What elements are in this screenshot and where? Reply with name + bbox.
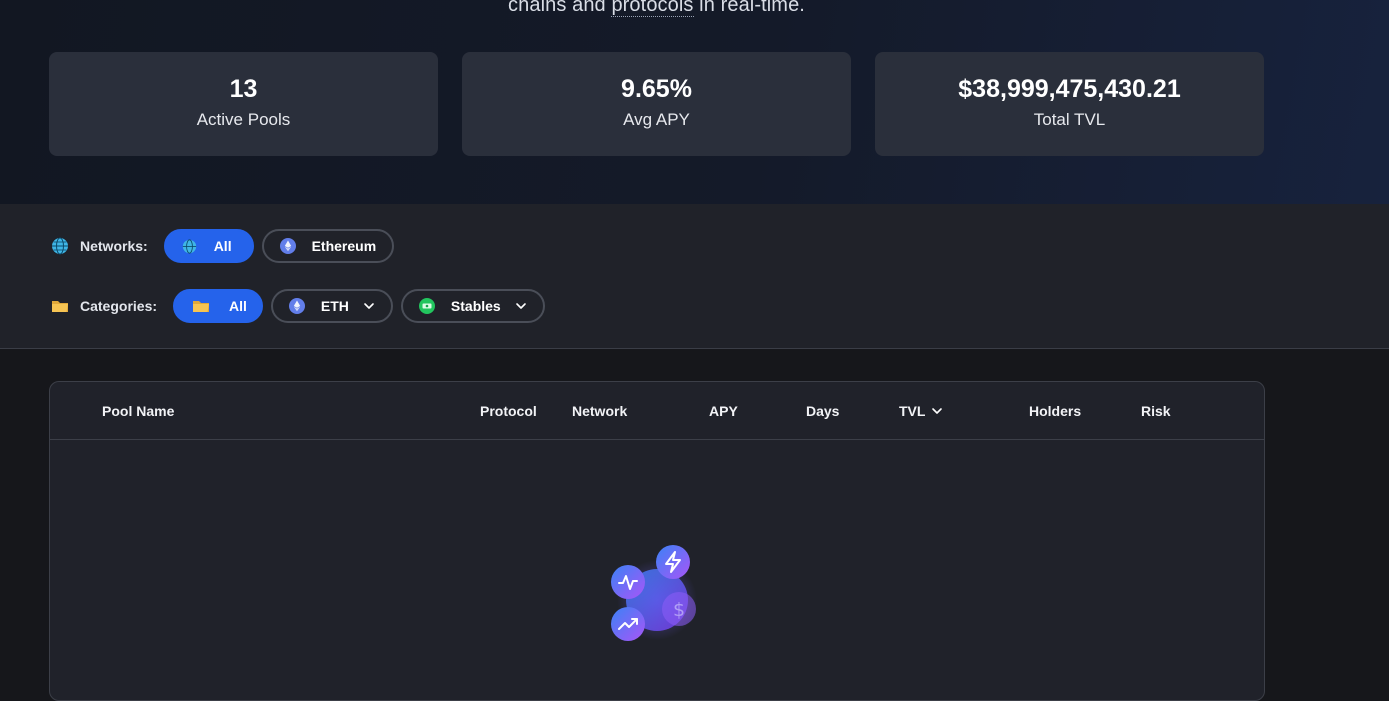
filters-panel: Networks: All Ethereum Categories: All E… [0, 204, 1389, 349]
stat-card-total-tvl: $38,999,475,430.21 Total TVL [875, 52, 1264, 156]
column-header-pool-name[interactable]: Pool Name [102, 403, 174, 419]
chevron-down-icon [363, 302, 375, 310]
table-header: Pool Name Protocol Network APY Days TVL … [50, 382, 1264, 440]
categories-label: Categories: [50, 296, 157, 316]
cash-icon [418, 298, 435, 314]
stat-value: 13 [229, 75, 258, 103]
networks-label-text: Networks: [80, 238, 148, 254]
sort-desc-icon [931, 407, 943, 415]
categories-filter-row: Categories: All ETH Stables [50, 288, 553, 324]
column-header-tvl[interactable]: TVL [899, 403, 943, 419]
networks-label: Networks: [50, 236, 148, 256]
category-chip-stables[interactable]: Stables [400, 289, 545, 323]
column-header-apy[interactable]: APY [709, 403, 738, 419]
stat-value: 9.65% [621, 75, 692, 103]
column-header-days[interactable]: Days [806, 403, 839, 419]
column-header-risk[interactable]: Risk [1141, 403, 1171, 419]
chip-label: All [213, 238, 232, 254]
trending-up-icon [610, 606, 646, 647]
hero-text-after: in real-time. [693, 0, 805, 16]
bolt-icon [655, 544, 691, 585]
activity-icon [610, 564, 646, 605]
ethereum-icon [288, 298, 305, 314]
stat-card-avg-apy: 9.65% Avg APY [462, 52, 851, 156]
dollar-icon: $ [661, 591, 697, 632]
ethereum-icon [279, 238, 296, 254]
hero-text-before: chains and [508, 0, 612, 16]
stat-card-active-pools: 13 Active Pools [49, 52, 438, 156]
chevron-down-icon [515, 302, 527, 310]
categories-label-text: Categories: [80, 298, 158, 314]
stat-label: Avg APY [623, 110, 690, 129]
networks-filter-row: Networks: All Ethereum [50, 228, 402, 264]
network-chip-ethereum[interactable]: Ethereum [261, 229, 395, 263]
stat-label: Total TVL [1033, 110, 1106, 129]
chip-label: Stables [450, 298, 501, 314]
chip-label: Ethereum [311, 238, 377, 254]
column-header-tvl-label: TVL [899, 403, 926, 419]
category-chip-all[interactable]: All [173, 289, 263, 323]
column-header-protocol[interactable]: Protocol [480, 403, 537, 419]
chip-label: ETH [320, 298, 349, 314]
category-chip-eth[interactable]: ETH [270, 289, 393, 323]
pools-table: Pool Name Protocol Network APY Days TVL … [49, 381, 1265, 701]
chip-label: All [229, 298, 247, 314]
loading-animation: $ [605, 542, 705, 642]
network-chip-all[interactable]: All [163, 229, 254, 263]
svg-text:$: $ [673, 599, 685, 621]
stat-label: Active Pools [196, 110, 291, 129]
hero-section: chains and protocols in real-time. 13 Ac… [0, 0, 1389, 204]
column-header-network[interactable]: Network [572, 403, 627, 419]
protocols-link[interactable]: protocols [611, 0, 694, 17]
stat-value: $38,999,475,430.21 [958, 75, 1181, 103]
globe-icon [182, 238, 198, 254]
globe-icon [50, 236, 70, 256]
column-header-holders[interactable]: Holders [1029, 403, 1081, 419]
folder-icon [50, 296, 70, 316]
hero-subtitle: chains and protocols in real-time. [0, 0, 1313, 17]
folder-icon [191, 298, 211, 314]
